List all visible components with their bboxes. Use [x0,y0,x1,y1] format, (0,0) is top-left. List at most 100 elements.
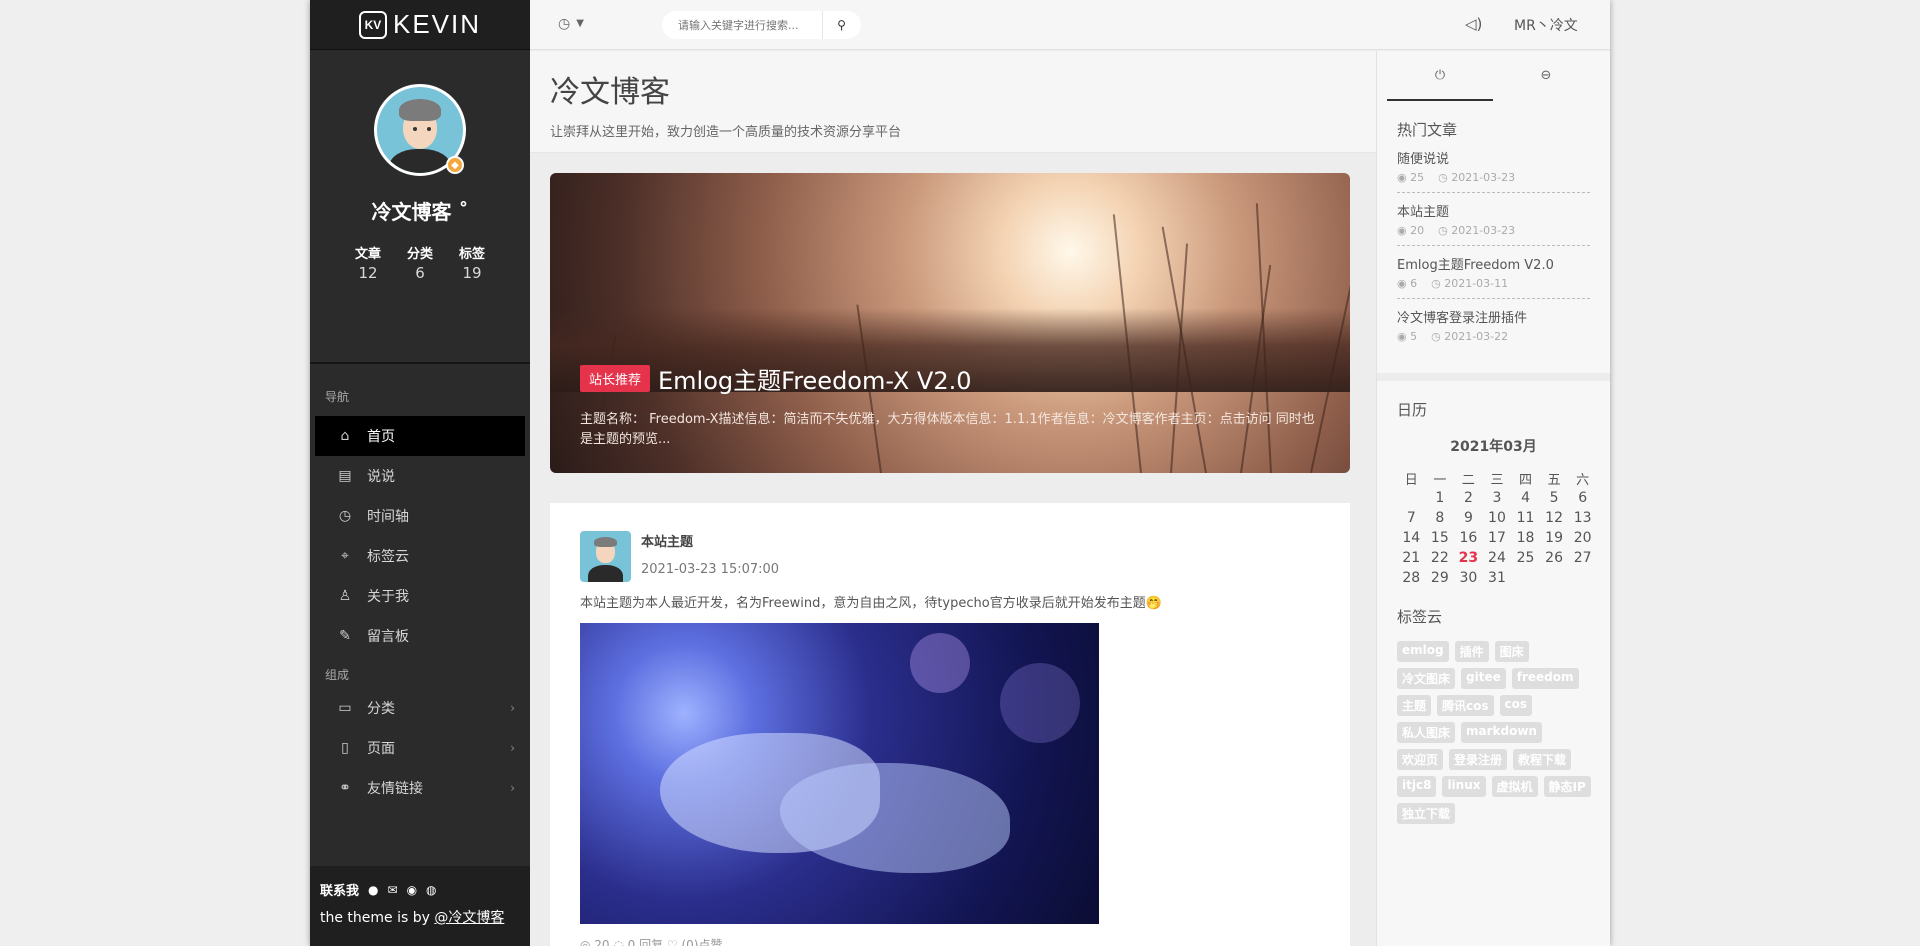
tag-chip[interactable]: 插件 [1454,641,1489,662]
list-item[interactable]: 冷文博客登录注册插件 ◉ 5 ◷ 2021-03-22 [1397,299,1590,351]
hot-item-title[interactable]: Emlog主题Freedom V2.0 [1397,254,1590,273]
calendar-empty-cell [1540,568,1569,588]
credit-link[interactable]: @冷文博客 [434,910,504,926]
credit-prefix: the theme is by [320,910,435,926]
tab-hot[interactable]: ⏻ [1387,51,1493,101]
qq-icon[interactable]: ● [368,883,378,897]
chevron-right-icon: › [510,781,515,795]
tag-chip[interactable]: 冷文图床 [1397,668,1456,689]
stat-tags[interactable]: 标签 19 [455,243,489,282]
sidebar-item-pages[interactable]: ▯ 页面 › [315,728,525,768]
calendar-weekday: 六 [1576,472,1590,488]
calendar-day: 15 [1430,530,1449,546]
sidebar-item-tagcloud[interactable]: ⌖ 标签云 [315,536,525,576]
stat-value: 12 [358,264,378,282]
sidebar-item-timeline[interactable]: ◷ 时间轴 [315,496,525,536]
tab-comments[interactable]: ⊖ [1493,51,1599,101]
site-name: 冷文博客 ˚ [371,200,469,224]
chevron-right-icon: › [510,701,515,715]
post-author-avatar[interactable] [580,531,631,582]
tag-chip[interactable]: itjc8 [1397,776,1437,797]
link-icon: ⚭ [339,780,351,796]
hot-title: 热门文章 [1397,121,1458,139]
right-tabs: ⏻ ⊖ [1387,51,1599,101]
tag-chip[interactable]: 欢迎页 [1397,749,1444,770]
list-item[interactable]: 随便说说 ◉ 25 ◷ 2021-03-23 [1397,140,1590,193]
music-toggle-button[interactable]: ◁) [1465,15,1482,33]
history-dropdown-button[interactable]: ◷ ▼ [558,16,584,32]
calendar-day: 27 [1573,550,1592,566]
theme-credit: the theme is by @冷文博客 [320,907,520,927]
tag-chip[interactable]: 登录注册 [1449,749,1508,770]
tag-chip[interactable]: cos [1499,695,1533,716]
stat-articles[interactable]: 文章 12 [351,243,385,282]
tag-chip[interactable]: freedom [1511,668,1579,689]
logo-text: KEVIN [392,9,482,39]
hot-item-title[interactable]: 本站主题 [1397,201,1590,220]
tag-chip[interactable]: 静态IP [1543,776,1591,797]
tag-chip[interactable]: 虚拟机 [1491,776,1538,797]
post-footer-stats: ◎ 20 ◌ 0 回复 ♡ (0)点赞 [580,938,723,946]
tag-chip[interactable]: emlog [1397,641,1449,662]
calendar-widget: 日历 2021年03月 日一二三四五六 1 2 3 4 5 6 7 8 9 10 11 12 13 14 1… [1377,399,1610,588]
list-item[interactable]: 本站主题 ◉ 20 ◷ 2021-03-23 [1397,193,1590,246]
calendar-empty-cell [1568,568,1597,588]
tagcloud-title: 标签云 [1397,608,1443,626]
mail-icon[interactable]: ✉ [388,883,398,897]
tag-chip[interactable]: 腾讯cos [1437,695,1494,716]
caret-down-icon: ▼ [576,18,584,29]
stat-label: 标签 [458,247,485,262]
tag-chip[interactable]: 私人图床 [1397,722,1456,743]
sidebar-item-label: 时间轴 [367,509,409,525]
sidebar-item-label: 页面 [367,741,395,757]
calendar-day: 9 [1463,510,1473,526]
post-author[interactable]: 本站主题 [641,531,779,550]
weibo-icon[interactable]: ◉ [407,883,417,897]
stat-label: 分类 [406,247,433,262]
sidebar-item-label: 分类 [367,701,395,717]
calendar-day: 7 [1406,510,1416,526]
sidebar-item-guestbook[interactable]: ✎ 留言板 [315,616,525,656]
search-input[interactable] [662,11,822,39]
hot-item-date: 2021-03-22 [1444,330,1509,343]
github-icon[interactable]: ◍ [426,883,436,897]
tag-cloud: 标签云 emlog 插件 图床冷文图床 gitee freedom 主题 腾讯cos cos 私… [1377,606,1610,824]
tag-chip[interactable]: markdown [1461,722,1542,743]
sidebar-item-home[interactable]: ⌂ 首页 [315,416,525,456]
tag-chip[interactable]: 主题 [1397,695,1432,716]
calendar-day: 24 [1488,550,1506,566]
search-button[interactable]: ⚲ [822,11,860,39]
tag-icon: ⌖ [341,548,349,564]
featured-title[interactable]: Emlog主题Freedom-X V2.0 [658,361,971,396]
search-icon: ⚲ [837,18,846,32]
stat-categories[interactable]: 分类 6 [403,243,437,282]
sidebar-item-about[interactable]: ♙ 关于我 [315,576,525,616]
list-item[interactable]: Emlog主题Freedom V2.0 ◉ 6 ◷ 2021-03-11 [1397,246,1590,299]
tag-chip[interactable]: 教程下载 [1513,749,1572,770]
tag-chip[interactable]: gitee [1461,668,1506,689]
brand-logo[interactable]: KV KEVIN [310,0,530,50]
hot-articles: 热门文章 随便说说 ◉ 25 ◷ 2021-03-23 本站主题 ◉ 20 ◷ 20… [1377,119,1610,351]
hot-item-title[interactable]: 冷文博客登录注册插件 [1397,307,1590,326]
calendar-day: 17 [1488,530,1506,546]
page-header: 冷文博客 让崇拜从这里开始，致力创造一个高质量的技术资源分享平台 [530,51,1376,153]
sidebar-item-label: 说说 [367,469,395,485]
post-image[interactable] [580,623,1099,924]
sidebar-item-label: 首页 [367,429,395,445]
tag-chip[interactable]: 独立下载 [1397,803,1456,824]
sidebar-item-links[interactable]: ⚭ 友情链接 › [315,768,525,808]
tag-chip[interactable]: 图床 [1494,641,1529,662]
view-count: 25 [1410,171,1425,184]
featured-banner[interactable]: 站长推荐 Emlog主题Freedom-X V2.0 主题名称： Freedom… [550,173,1350,473]
avatar[interactable]: ◆ [374,84,466,176]
sidebar-item-notes[interactable]: ▤ 说说 [315,456,525,496]
user-menu[interactable]: MR丶冷文 [1514,15,1578,35]
page-frame: KV KEVIN ◆ 冷文博客 ˚ 文章 12 分类 6 标签 19 导航 ⌂ … [310,0,1610,946]
search-box: ⚲ [662,11,861,39]
calendar-day: 3 [1492,490,1502,506]
calendar-day: 19 [1545,530,1563,546]
sidebar-item-categories[interactable]: ▭ 分类 › [315,688,525,728]
calendar-day: 31 [1488,570,1506,586]
hot-item-title[interactable]: 随便说说 [1397,148,1590,167]
tag-chip[interactable]: linux [1442,776,1486,797]
